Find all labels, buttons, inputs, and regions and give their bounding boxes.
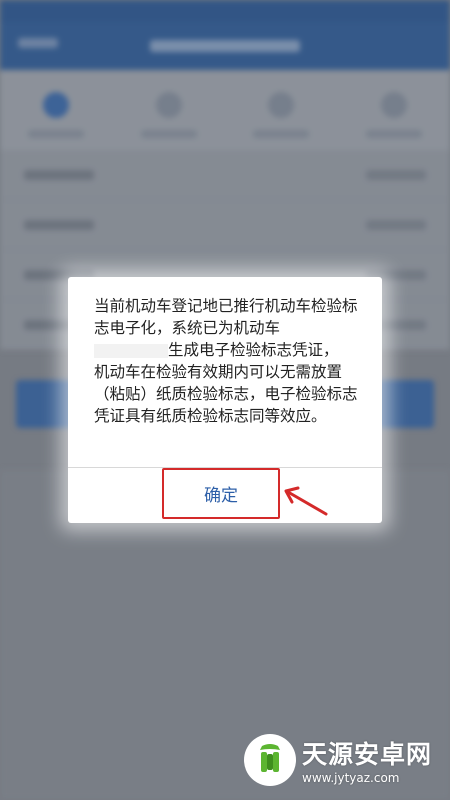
watermark: 天源安卓网 www.jytyaz.com bbox=[244, 734, 432, 786]
alert-dialog: 当前机动车登记地已推行机动车检验标志电子化，系统已为机动车 生成电子检验标志凭证… bbox=[68, 277, 382, 523]
android-logo-icon bbox=[244, 734, 296, 786]
confirm-button[interactable]: 确定 bbox=[162, 468, 280, 519]
dialog-message-part1: 当前机动车登记地已推行机动车检验标志电子化，系统已为机动车 bbox=[94, 297, 358, 337]
watermark-name: 天源安卓网 bbox=[302, 740, 433, 769]
watermark-url: www.jytyaz.com bbox=[302, 771, 400, 785]
dialog-message-part2: 生成电子检验标志凭证， bbox=[168, 341, 339, 359]
dialog-message-part3: 机动车在检验有效期内可以无需放置（粘贴）纸质检验标志，电子检验标志凭证具有纸质检… bbox=[94, 363, 358, 425]
annotation-arrow-icon bbox=[284, 486, 328, 516]
redacted-plate bbox=[94, 343, 168, 358]
dialog-message: 当前机动车登记地已推行机动车检验标志电子化，系统已为机动车 生成电子检验标志凭证… bbox=[94, 295, 364, 427]
